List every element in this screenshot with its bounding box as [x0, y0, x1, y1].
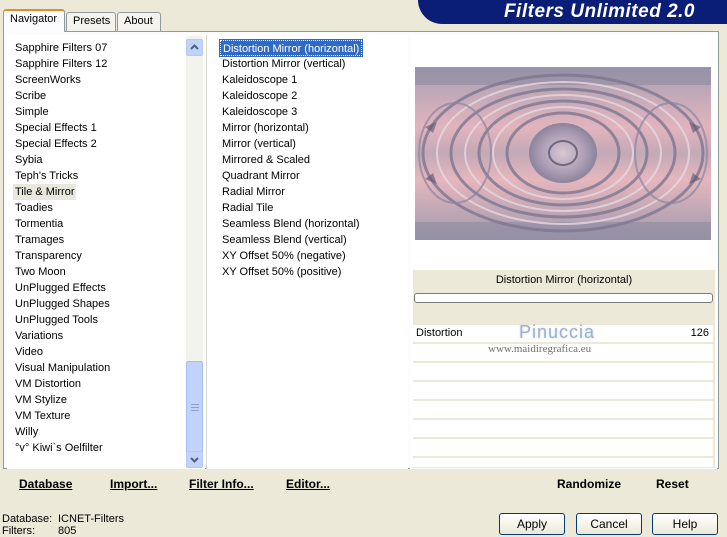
filter-item[interactable]: XY Offset 50% (negative)	[220, 248, 348, 264]
status-value: 805	[58, 525, 77, 537]
help-button[interactable]: Help	[652, 513, 718, 535]
category-item[interactable]: Tormentia	[13, 216, 65, 232]
category-item[interactable]: VM Distortion	[13, 376, 83, 392]
parameter-row-empty	[413, 420, 713, 438]
randomize-button[interactable]: Randomize	[557, 477, 621, 491]
parameter-name: Distortion	[416, 327, 463, 339]
filter-item[interactable]: Mirror (vertical)	[220, 136, 298, 152]
parameter-row-empty	[413, 382, 713, 400]
tab-presets[interactable]: Presets	[66, 12, 116, 31]
category-scrollbar[interactable]	[186, 36, 203, 468]
category-item[interactable]: Teph's Tricks	[13, 168, 80, 184]
link-label: Database	[19, 477, 73, 491]
category-item[interactable]: UnPlugged Effects	[13, 280, 108, 296]
category-item[interactable]: Scribe	[13, 88, 48, 104]
cancel-button[interactable]: Cancel	[576, 513, 642, 535]
category-item[interactable]: Transparency	[13, 248, 84, 264]
chevron-up-icon	[190, 44, 199, 50]
scroll-thumb[interactable]	[186, 361, 203, 456]
preview-filter-name: Distortion Mirror (horizontal)	[495, 274, 633, 286]
parameter-row-empty	[413, 458, 713, 468]
category-item[interactable]: Special Effects 2	[13, 136, 99, 152]
filter-item[interactable]: Quadrant Mirror	[220, 168, 302, 184]
category-item[interactable]: VM Texture	[13, 408, 72, 424]
scroll-down-button[interactable]	[186, 451, 203, 468]
filter-item[interactable]: Seamless Blend (vertical)	[220, 232, 349, 248]
category-item[interactable]: UnPlugged Shapes	[13, 296, 112, 312]
filter-item[interactable]: Distortion Mirror (horizontal)	[218, 39, 364, 57]
filter-list[interactable]: Distortion Mirror (horizontal) Distortion…	[206, 35, 408, 469]
category-item[interactable]: Sapphire Filters 07	[13, 40, 109, 56]
filter-info-link[interactable]: Filter Info...	[189, 477, 254, 491]
category-item[interactable]: °v° Kiwi`s Oelfilter	[13, 440, 105, 456]
filter-item[interactable]: Kaleidoscope 1	[220, 72, 299, 88]
title-banner: Filters Unlimited 2.0	[418, 0, 727, 24]
progress-bar	[414, 293, 713, 303]
status-value: ICNET-Filters	[58, 513, 124, 525]
link-label: Editor...	[286, 477, 331, 491]
link-label: Filter Info...	[189, 477, 254, 491]
tab-navigator[interactable]: Navigator	[3, 9, 65, 32]
database-link[interactable]: Database	[19, 477, 72, 491]
tab-about[interactable]: About	[117, 12, 161, 31]
category-item[interactable]: Simple	[13, 104, 51, 120]
filter-item[interactable]: Mirrored & Scaled	[220, 152, 312, 168]
category-item[interactable]: ScreenWorks	[13, 72, 83, 88]
parameter-value: 126	[690, 327, 709, 339]
filter-item[interactable]: XY Offset 50% (positive)	[220, 264, 343, 280]
filter-item[interactable]: Radial Mirror	[220, 184, 287, 200]
category-item[interactable]: Sybia	[13, 152, 45, 168]
import-link[interactable]: Import...	[110, 477, 157, 491]
category-item[interactable]: Tile & Mirror	[13, 184, 77, 200]
filter-item[interactable]: Radial Tile	[220, 200, 275, 216]
tab-label: About	[124, 15, 153, 27]
category-item[interactable]: Two Moon	[13, 264, 68, 280]
filter-item[interactable]: Mirror (horizontal)	[220, 120, 311, 136]
editor-link[interactable]: Editor...	[286, 477, 330, 491]
link-label: Import...	[110, 477, 158, 491]
category-item[interactable]: Willy	[13, 424, 40, 440]
chevron-down-icon	[190, 457, 199, 463]
apply-button[interactable]: Apply	[499, 513, 565, 535]
filter-item[interactable]: Kaleidoscope 3	[220, 104, 299, 120]
parameter-row-empty	[413, 401, 713, 419]
category-item[interactable]: Tramages	[13, 232, 66, 248]
parameter-row-empty	[413, 439, 713, 457]
database-status: Database: ICNET-Filters	[2, 513, 124, 525]
filter-item[interactable]: Distortion Mirror (vertical)	[220, 56, 347, 72]
preview-image	[415, 67, 711, 240]
watermark-url: www.maidiregrafica.eu	[488, 343, 592, 355]
category-list[interactable]: Sapphire Filters 07 Sapphire Filters 12 Sc…	[7, 35, 205, 469]
watermark-name: Pinuccia	[519, 322, 596, 342]
filter-item[interactable]: Kaleidoscope 2	[220, 88, 299, 104]
scroll-up-button[interactable]	[186, 39, 203, 56]
status-label: Database:	[2, 513, 53, 525]
category-item[interactable]: Special Effects 1	[13, 120, 99, 136]
parameter-row-empty	[413, 363, 713, 381]
tab-label: Navigator	[10, 13, 58, 25]
category-item[interactable]: Video	[13, 344, 45, 360]
filter-item[interactable]: Seamless Blend (horizontal)	[220, 216, 362, 232]
app-title: Filters Unlimited 2.0	[503, 1, 695, 22]
category-item[interactable]: Sapphire Filters 12	[13, 56, 109, 72]
reset-button[interactable]: Reset	[656, 477, 689, 491]
category-item[interactable]: Toadies	[13, 200, 55, 216]
category-item[interactable]: Visual Manipulation	[13, 360, 112, 376]
category-item[interactable]: VM Stylize	[13, 392, 69, 408]
category-item[interactable]: Variations	[13, 328, 65, 344]
category-item[interactable]: UnPlugged Tools	[13, 312, 100, 328]
tab-label: Presets	[73, 15, 111, 27]
filters-status: Filters: 805	[2, 525, 76, 537]
status-label: Filters:	[2, 525, 35, 537]
